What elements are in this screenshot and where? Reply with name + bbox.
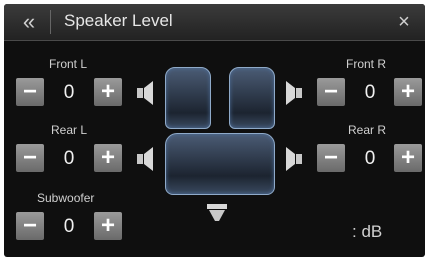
back-icon[interactable]: « bbox=[12, 7, 46, 37]
header-divider bbox=[50, 10, 51, 34]
rear-l-value: 0 bbox=[63, 148, 75, 169]
page-title: Speaker Level bbox=[64, 11, 173, 30]
front-r-minus-button[interactable]: − bbox=[317, 78, 345, 106]
close-icon[interactable]: × bbox=[389, 7, 419, 37]
rear-r-minus-button[interactable]: − bbox=[317, 144, 345, 172]
front-left-speaker-icon bbox=[137, 81, 153, 105]
front-l-label: Front L bbox=[49, 57, 88, 71]
front-l-value: 0 bbox=[63, 82, 75, 103]
unit-label: : dB bbox=[352, 222, 383, 241]
front-r-plus-button[interactable]: + bbox=[394, 78, 422, 106]
rear-bench-seat bbox=[165, 133, 275, 195]
rear-r-value: 0 bbox=[364, 148, 376, 169]
front-r-label: Front R bbox=[346, 57, 387, 71]
front-r-value: 0 bbox=[364, 82, 376, 103]
rear-r-label: Rear R bbox=[348, 123, 387, 137]
front-left-seat bbox=[165, 67, 211, 129]
subwoofer-label: Subwoofer bbox=[37, 191, 95, 205]
subwoofer-plus-button[interactable]: + bbox=[94, 212, 122, 240]
front-right-speaker-icon bbox=[286, 81, 302, 105]
front-l-minus-button[interactable]: − bbox=[16, 78, 44, 106]
rear-r-plus-button[interactable]: + bbox=[394, 144, 422, 172]
front-right-seat bbox=[229, 67, 275, 129]
rear-l-plus-button[interactable]: + bbox=[94, 144, 122, 172]
subwoofer-minus-button[interactable]: − bbox=[16, 212, 44, 240]
header-bar: « Speaker Level × bbox=[4, 4, 425, 41]
rear-l-label: Rear L bbox=[51, 123, 88, 137]
rear-l-minus-button[interactable]: − bbox=[16, 144, 44, 172]
rear-left-speaker-icon bbox=[137, 147, 153, 171]
front-l-plus-button[interactable]: + bbox=[94, 78, 122, 106]
subwoofer-speaker-icon bbox=[207, 204, 227, 221]
rear-right-speaker-icon bbox=[286, 147, 302, 171]
speaker-level-screen: « Speaker Level × Front L − 0 + Front R … bbox=[4, 4, 425, 257]
subwoofer-value: 0 bbox=[63, 216, 75, 237]
